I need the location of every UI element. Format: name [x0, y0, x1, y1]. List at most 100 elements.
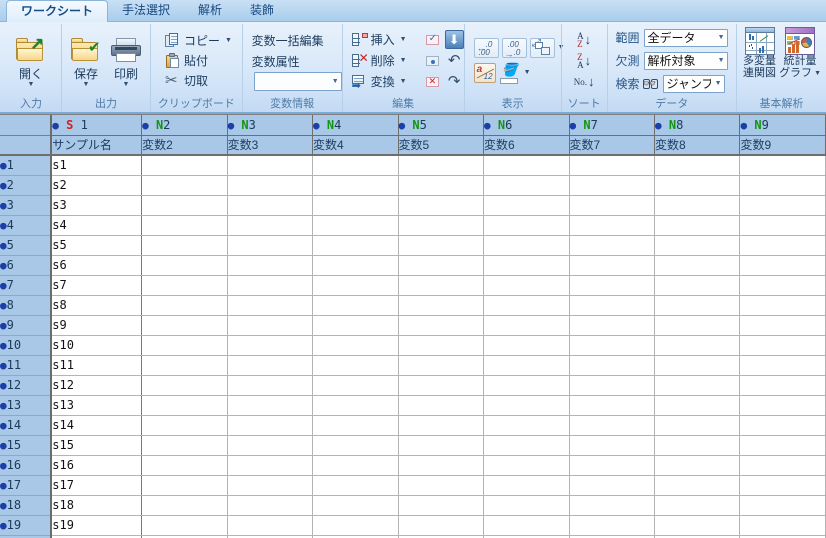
grid-cell[interactable] — [141, 395, 228, 416]
grid-cell[interactable] — [141, 235, 228, 256]
grid-cell[interactable] — [141, 495, 228, 516]
grid-cell[interactable]: s5 — [51, 235, 143, 256]
column-header-7[interactable]: ● N7 — [569, 115, 655, 136]
grid-cell[interactable] — [739, 315, 826, 336]
grid-cell[interactable]: s12 — [51, 375, 143, 396]
grid-cell[interactable] — [227, 495, 314, 516]
grid-cell[interactable] — [312, 295, 399, 316]
grid-cell[interactable] — [483, 295, 570, 316]
grid-cell[interactable] — [398, 235, 485, 256]
grid-cell[interactable] — [141, 295, 228, 316]
grid-cell[interactable] — [398, 195, 485, 216]
grid-corner-cell[interactable] — [0, 115, 53, 136]
grid-cell[interactable] — [739, 435, 826, 456]
redo-icon[interactable]: ↷ — [445, 72, 464, 91]
grid-cell[interactable] — [483, 275, 570, 296]
paste-button[interactable]: 貼付 — [162, 51, 211, 71]
grid-cell[interactable]: s19 — [51, 515, 143, 536]
row-header-15[interactable]: ●15 — [0, 435, 53, 456]
row-header-6[interactable]: ●6 — [0, 255, 53, 276]
copy-dropdown-arrow[interactable]: ▼ — [225, 37, 232, 44]
grid-cell[interactable] — [654, 175, 741, 196]
grid-cell[interactable] — [141, 195, 228, 216]
column-header-6[interactable]: ● N6 — [483, 115, 570, 136]
grid-cell[interactable] — [227, 155, 314, 176]
open-dropdown-arrow[interactable]: ▼ — [28, 81, 35, 88]
grid-cell[interactable] — [654, 235, 741, 256]
grid-cell[interactable] — [739, 415, 826, 436]
grid-cell[interactable]: s7 — [51, 275, 143, 296]
grid-cell[interactable] — [141, 215, 228, 236]
grid-cell[interactable] — [141, 375, 228, 396]
cut-button[interactable]: 切取 — [162, 71, 211, 91]
grid-cell[interactable] — [227, 335, 314, 356]
range-select[interactable]: 全データ ▼ — [643, 28, 728, 47]
grid-cell[interactable] — [569, 175, 655, 196]
column-header-1[interactable]: ● S 1 — [51, 115, 143, 136]
grid-cell[interactable] — [141, 355, 228, 376]
sort-by-number-button[interactable]: No. ↓ — [571, 71, 598, 92]
grid-cell[interactable] — [739, 275, 826, 296]
row-header-13[interactable]: ●13 — [0, 395, 53, 416]
variable-name-cell-3[interactable]: 変数3 — [227, 135, 314, 156]
grid-cell[interactable] — [312, 435, 399, 456]
dot-flag-icon[interactable] — [423, 51, 442, 70]
grid-cell[interactable] — [141, 275, 228, 296]
grid-cell[interactable] — [227, 515, 314, 536]
print-button[interactable]: 印刷 ▼ — [107, 34, 145, 88]
grid-cell[interactable] — [227, 415, 314, 436]
grid-cell[interactable] — [654, 255, 741, 276]
grid-cell[interactable] — [312, 255, 399, 276]
column-header-5[interactable]: ● N5 — [398, 115, 485, 136]
grid-cell[interactable]: s8 — [51, 295, 143, 316]
fill-color-icon[interactable]: 🪣 — [499, 62, 521, 84]
row-header-11[interactable]: ●11 — [0, 355, 53, 376]
grid-cell[interactable] — [654, 315, 741, 336]
grid-cell[interactable] — [739, 355, 826, 376]
grid-cell[interactable] — [483, 335, 570, 356]
column-header-9[interactable]: ● N9 — [739, 115, 826, 136]
tab-worksheet[interactable]: ワークシート — [6, 0, 109, 22]
grid-cell[interactable] — [227, 455, 314, 476]
grid-cell[interactable] — [141, 435, 228, 456]
jump-select[interactable]: ジャンプ ▼ — [662, 74, 725, 93]
row-header-1[interactable]: ●1 — [0, 155, 53, 176]
grid-cell[interactable] — [483, 175, 570, 196]
grid-cell[interactable] — [569, 255, 655, 276]
grid-cell[interactable] — [398, 155, 485, 176]
grid-cell[interactable] — [739, 475, 826, 496]
grid-cell[interactable] — [141, 415, 228, 436]
grid-cell[interactable] — [227, 375, 314, 396]
row-header-12[interactable]: ●12 — [0, 375, 53, 396]
grid-cell[interactable] — [227, 175, 314, 196]
grid-cell[interactable] — [739, 515, 826, 536]
grid-cell[interactable] — [483, 315, 570, 336]
grid-cell[interactable] — [141, 335, 228, 356]
grid-cell[interactable] — [483, 455, 570, 476]
grid-cell[interactable] — [739, 495, 826, 516]
grid-cell[interactable] — [654, 335, 741, 356]
grid-cell[interactable] — [312, 475, 399, 496]
print-dropdown-arrow[interactable]: ▼ — [123, 81, 130, 88]
tab-analysis[interactable]: 解析 — [184, 0, 236, 21]
grid-cell[interactable] — [569, 495, 655, 516]
row-header-9[interactable]: ●9 — [0, 315, 53, 336]
grid-cell[interactable] — [227, 215, 314, 236]
grid-cell[interactable] — [739, 195, 826, 216]
binoculars-icon[interactable] — [642, 77, 660, 91]
grid-cell[interactable]: s1 — [51, 155, 143, 176]
grid-cell[interactable]: s18 — [51, 495, 143, 516]
grid-cell[interactable] — [227, 235, 314, 256]
grid-cell[interactable] — [398, 315, 485, 336]
grid-cell[interactable] — [398, 375, 485, 396]
decrease-decimal-icon[interactable]: ← .0.00 — [473, 37, 499, 58]
grid-cell[interactable] — [312, 495, 399, 516]
grid-cell[interactable] — [654, 275, 741, 296]
grid-cell[interactable] — [227, 255, 314, 276]
grid-cell[interactable] — [141, 255, 228, 276]
grid-cell[interactable] — [227, 355, 314, 376]
grid-cell[interactable] — [227, 475, 314, 496]
grid-cell[interactable] — [398, 475, 485, 496]
fill-color-dropdown-arrow[interactable]: ▼ — [524, 69, 531, 76]
sort-descending-button[interactable]: ZA ↓ — [574, 50, 594, 71]
